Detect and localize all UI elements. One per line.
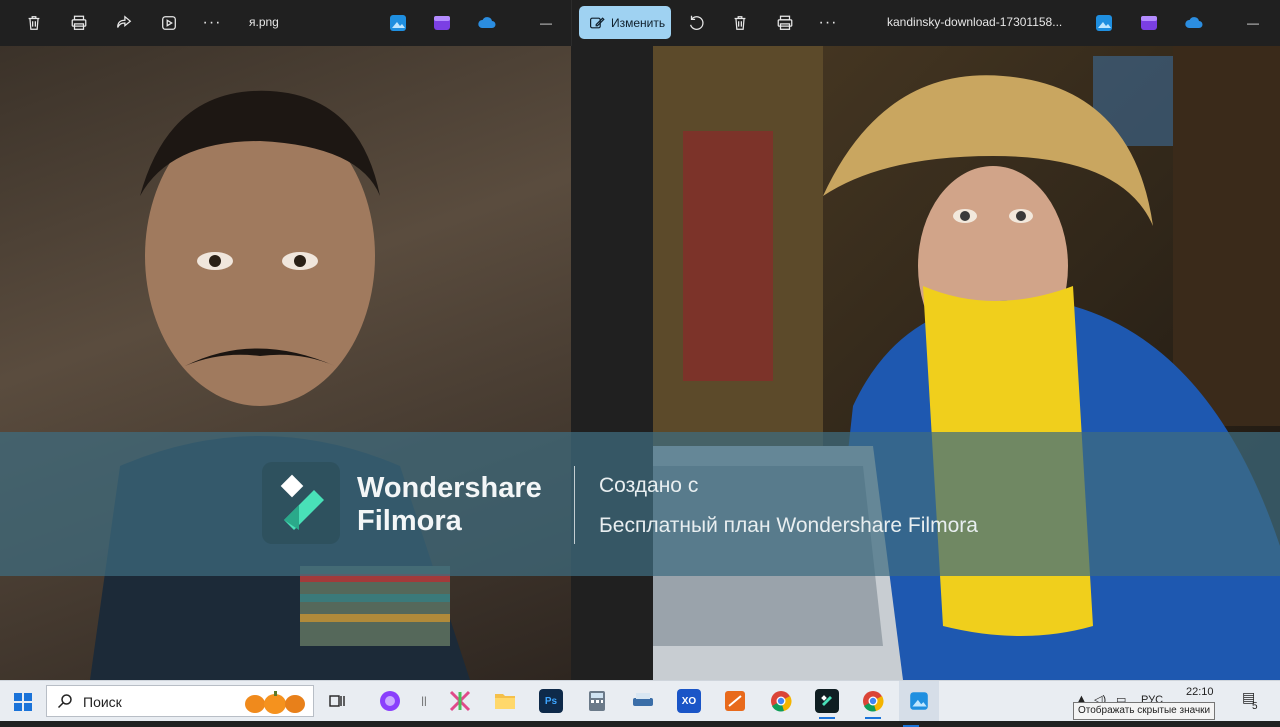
edit-button-label: Изменить (611, 15, 666, 30)
watermark-caption-2: Бесплатный план Wondershare Filmora (599, 514, 978, 537)
portrait-woman-image (653, 46, 1280, 680)
right-photo-viewer[interactable] (653, 46, 1280, 680)
filmora-taskbar-icon[interactable] (815, 689, 839, 719)
notification-count: 5 (1252, 701, 1258, 712)
edit-image-icon (590, 16, 605, 28)
windows-logo-icon (14, 693, 32, 711)
more-options-button[interactable]: ··· (197, 8, 227, 38)
more-options-button[interactable]: ··· (813, 8, 843, 38)
chrome-icon[interactable] (769, 689, 793, 713)
delete-icon[interactable] (725, 8, 755, 38)
photos-app-icon[interactable] (388, 13, 408, 33)
delete-icon[interactable] (19, 8, 49, 38)
slideshow-icon[interactable] (154, 8, 184, 38)
watermark-brand: Wondershare Filmora (357, 472, 542, 538)
pinned-app-2-icon[interactable] (723, 689, 747, 713)
onedrive-icon[interactable] (1184, 13, 1204, 33)
print-icon[interactable] (770, 8, 800, 38)
right-viewer-toolbar: Изменить ··· kandinsky-download-17301158… (571, 0, 1280, 46)
clipchamp-icon[interactable] (1139, 13, 1159, 33)
minimize-button[interactable]: — (531, 8, 561, 38)
taskbar-search[interactable]: Поиск (46, 685, 314, 717)
viewer-gap (571, 46, 653, 680)
calculator-icon[interactable] (585, 689, 609, 713)
file-explorer-icon[interactable] (493, 689, 517, 713)
start-button[interactable] (14, 693, 32, 711)
search-icon (57, 694, 72, 709)
pinned-app-icon[interactable] (448, 689, 472, 713)
watermark-caption-1: Создано с (599, 474, 699, 497)
minimize-button[interactable]: — (1238, 8, 1268, 38)
scanner-icon[interactable] (631, 689, 655, 713)
search-placeholder: Поиск (83, 694, 122, 710)
left-photo-viewer[interactable] (0, 46, 571, 680)
xo-app-icon[interactable]: XO (677, 689, 701, 713)
left-filename: я.png (249, 15, 279, 29)
alice-icon[interactable] (378, 689, 402, 713)
edit-button[interactable]: Изменить (579, 6, 671, 39)
chrome-2-icon[interactable] (861, 689, 885, 719)
clock-time[interactable]: 22:10 (1186, 686, 1214, 698)
print-icon[interactable] (64, 8, 94, 38)
rotate-icon[interactable] (681, 8, 711, 38)
brand-line-1: Wondershare (357, 472, 542, 504)
watermark-divider (574, 466, 575, 544)
photos-taskbar-icon[interactable] (899, 681, 939, 727)
left-viewer-toolbar: ··· я.png — (0, 0, 571, 46)
onedrive-icon[interactable] (477, 13, 497, 33)
filmora-logo-icon (262, 462, 340, 544)
hidden-icons-tooltip: Отображать скрытые значки (1073, 702, 1216, 720)
right-filename: kandinsky-download-17301158... (887, 15, 1063, 29)
pumpkins-icon (245, 691, 305, 714)
watermark-banner (0, 432, 1280, 576)
brand-line-2: Filmora (357, 505, 462, 537)
clipchamp-icon[interactable] (432, 13, 452, 33)
photoshop-icon[interactable]: Ps (539, 689, 563, 713)
taskbar-separator: || (421, 695, 427, 707)
photos-app-icon[interactable] (1094, 13, 1114, 33)
task-view-icon[interactable] (325, 689, 349, 713)
portrait-man-image (90, 90, 470, 680)
share-icon[interactable] (109, 8, 139, 38)
